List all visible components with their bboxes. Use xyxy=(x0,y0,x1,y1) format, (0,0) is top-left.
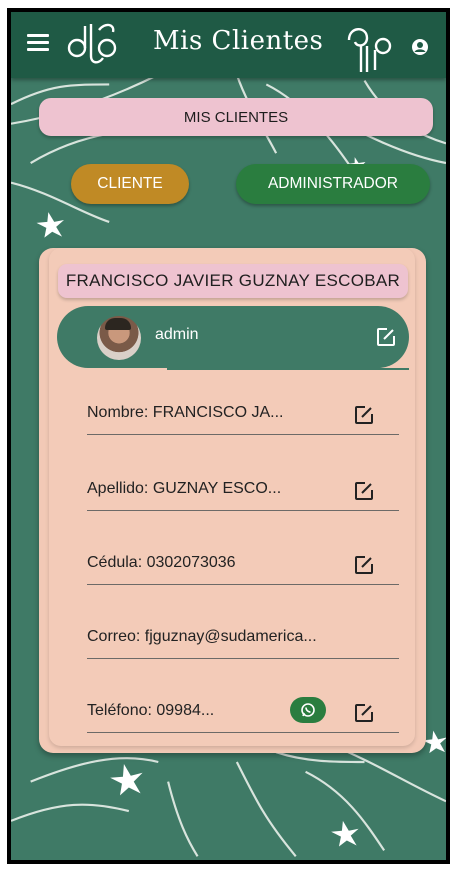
client-full-name-chip: FRANCISCO JAVIER GUZNAY ESCOBAR xyxy=(58,264,408,298)
field-telefono-label: Teléfono: 09984... xyxy=(87,702,215,719)
avatar xyxy=(97,316,141,360)
field-nombre-label: Nombre: FRANCISCO JA... xyxy=(87,404,284,421)
field-cedula: Cédula: 0302073036 xyxy=(87,544,399,585)
user-bar: admin xyxy=(57,306,409,368)
edit-username-icon[interactable] xyxy=(375,326,397,348)
ornament-logo-right xyxy=(347,28,392,72)
whatsapp-icon xyxy=(301,703,315,717)
field-correo-label: Correo: fjguznay@sudamerica... xyxy=(87,628,317,645)
client-card: FRANCISCO JAVIER GUZNAY ESCOBAR admin No… xyxy=(39,248,426,753)
app-bar: Mis Clientes xyxy=(11,12,446,78)
username-label: admin xyxy=(155,326,199,343)
section-banner: MIS CLIENTES xyxy=(39,98,433,136)
cliente-button[interactable]: CLIENTE xyxy=(71,164,189,204)
administrador-button[interactable]: ADMINISTRADOR xyxy=(236,164,430,204)
field-apellido: Apellido: GUZNAY ESCO... xyxy=(87,470,399,511)
account-circle-icon[interactable] xyxy=(411,38,429,56)
app-frame: Mis Clientes MIS CLIENTES CLIENTE ADMINI… xyxy=(7,8,450,864)
app-title: Mis Clientes xyxy=(153,26,324,56)
menu-icon[interactable] xyxy=(27,34,49,52)
user-bar-underline xyxy=(167,368,409,370)
edit-nombre-icon[interactable] xyxy=(353,404,375,426)
whatsapp-button[interactable] xyxy=(290,697,326,723)
field-apellido-label: Apellido: GUZNAY ESCO... xyxy=(87,480,282,497)
client-card-body: FRANCISCO JAVIER GUZNAY ESCOBAR admin No… xyxy=(49,248,415,746)
edit-telefono-icon[interactable] xyxy=(353,702,375,724)
field-nombre: Nombre: FRANCISCO JA... xyxy=(87,394,399,435)
edit-apellido-icon[interactable] xyxy=(353,480,375,502)
edit-cedula-icon[interactable] xyxy=(353,554,375,576)
field-correo: Correo: fjguznay@sudamerica... xyxy=(87,618,399,659)
client-full-name: FRANCISCO JAVIER GUZNAY ESCOBAR xyxy=(65,271,401,290)
field-cedula-label: Cédula: 0302073036 xyxy=(87,554,236,571)
ornament-logo-left xyxy=(67,23,117,64)
field-telefono: Teléfono: 09984... xyxy=(87,692,399,733)
